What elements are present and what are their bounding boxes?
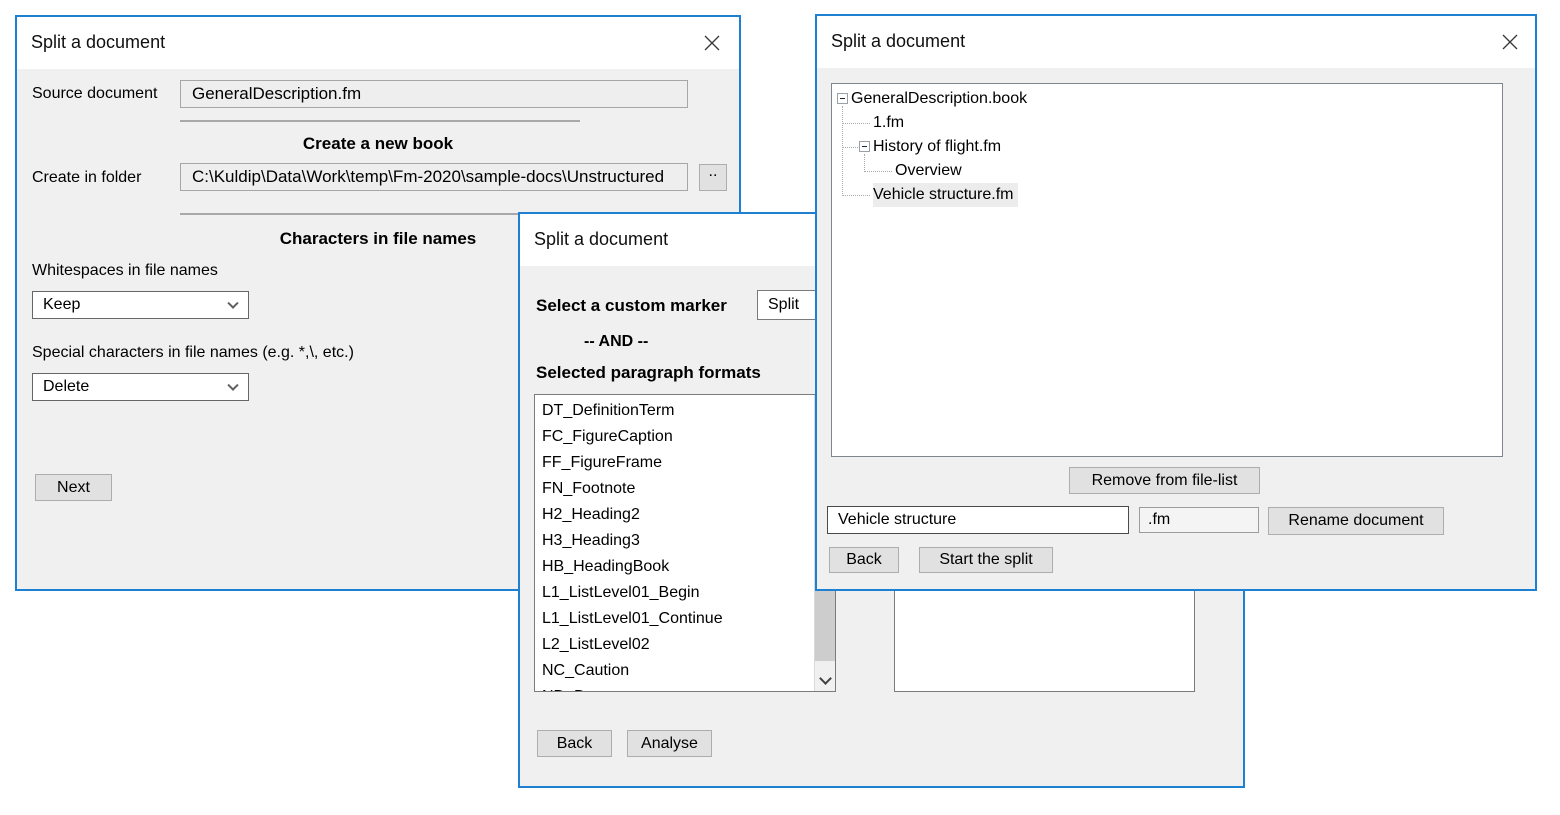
create-in-folder-label: Create in folder xyxy=(32,169,141,187)
close-button[interactable] xyxy=(697,28,727,58)
format-list-item[interactable]: L1_ListLevel01_Continue xyxy=(535,606,814,632)
create-book-heading: Create a new book xyxy=(17,134,739,154)
format-list-item[interactable]: FC_FigureCaption xyxy=(535,424,814,450)
collapse-icon[interactable] xyxy=(859,141,870,152)
format-list-item[interactable]: FF_FigureFrame xyxy=(535,450,814,476)
next-button[interactable]: Next xyxy=(35,474,112,501)
special-chars-select[interactable]: Delete xyxy=(32,373,249,401)
window-title: Split a document xyxy=(831,31,965,52)
paragraph-formats-items: DT_DefinitionTermFC_FigureCaptionFF_Figu… xyxy=(535,395,814,691)
filename-input[interactable]: Vehicle structure xyxy=(827,506,1129,534)
start-the-split-button[interactable]: Start the split xyxy=(919,547,1053,573)
whitespaces-select-value: Keep xyxy=(43,296,80,314)
paragraph-formats-list[interactable]: DT_DefinitionTermFC_FigureCaptionFF_Figu… xyxy=(534,394,836,692)
tree-item-label: Vehicle structure.fm xyxy=(873,183,1018,207)
close-icon xyxy=(1502,34,1518,50)
tree-item[interactable]: Vehicle structure.fm xyxy=(832,183,1502,207)
extension-field: .fm xyxy=(1139,507,1259,533)
minus-glyph xyxy=(840,98,845,99)
rename-document-button[interactable]: Rename document xyxy=(1268,507,1444,535)
book-structure-tree[interactable]: GeneralDescription.book1.fmHistory of fl… xyxy=(831,83,1503,457)
browse-folder-button[interactable]: .. xyxy=(699,164,727,191)
scroll-down-button[interactable] xyxy=(815,671,835,691)
whitespaces-label: Whitespaces in file names xyxy=(32,262,218,280)
tree-item-label: Overview xyxy=(895,159,962,183)
tree-item-label: GeneralDescription.book xyxy=(851,87,1027,111)
separator xyxy=(180,120,580,122)
desktop: Split a document Source document General… xyxy=(0,0,1560,815)
window-title: Split a document xyxy=(31,32,165,53)
tree-item[interactable]: History of flight.fm xyxy=(832,135,1502,159)
custom-marker-label: Select a custom marker xyxy=(536,296,727,316)
source-document-label: Source document xyxy=(32,85,157,103)
titlebar[interactable]: Split a document xyxy=(17,17,739,69)
tree-items: GeneralDescription.book1.fmHistory of fl… xyxy=(832,84,1502,456)
special-chars-select-value: Delete xyxy=(43,378,89,396)
and-text: -- AND -- xyxy=(584,333,648,351)
back-button[interactable]: Back xyxy=(537,730,612,757)
format-list-item[interactable]: L2_ListLevel02 xyxy=(535,632,814,658)
special-chars-label: Special characters in file names (e.g. *… xyxy=(32,344,354,362)
dialog-split-step3: Split a document GeneralDescription.book… xyxy=(815,14,1537,591)
format-list-item[interactable]: DT_DefinitionTerm xyxy=(535,398,814,424)
format-list-item[interactable]: H3_Heading3 xyxy=(535,528,814,554)
close-icon xyxy=(704,35,720,51)
titlebar[interactable]: Split a document xyxy=(817,16,1535,68)
source-document-field[interactable]: GeneralDescription.fm xyxy=(180,80,688,108)
scroll-down-icon xyxy=(819,672,832,685)
format-list-item[interactable]: L1_ListLevel01_Begin xyxy=(535,580,814,606)
tree-item-label: 1.fm xyxy=(873,111,904,135)
chevron-down-icon xyxy=(227,298,238,309)
tree-item[interactable]: 1.fm xyxy=(832,111,1502,135)
format-list-item[interactable]: NC_Caution xyxy=(535,658,814,684)
back-button[interactable]: Back xyxy=(829,547,899,573)
tree-item-label: History of flight.fm xyxy=(873,135,1001,159)
tree-item[interactable]: GeneralDescription.book xyxy=(832,87,1502,111)
format-list-item[interactable]: HB_HeadingBook xyxy=(535,554,814,580)
remove-from-filelist-button[interactable]: Remove from file-list xyxy=(1069,467,1260,494)
minus-glyph xyxy=(862,146,867,147)
collapse-icon[interactable] xyxy=(837,93,848,104)
tree-item[interactable]: Overview xyxy=(832,159,1502,183)
format-list-item[interactable]: H2_Heading2 xyxy=(535,502,814,528)
window-title: Split a document xyxy=(534,229,668,250)
close-button[interactable] xyxy=(1495,27,1525,57)
format-list-item[interactable]: FN_Footnote xyxy=(535,476,814,502)
paragraph-formats-heading: Selected paragraph formats xyxy=(536,363,761,383)
chevron-down-icon xyxy=(227,380,238,391)
whitespaces-select[interactable]: Keep xyxy=(32,291,249,319)
folder-path-field[interactable]: C:\Kuldip\Data\Work\temp\Fm-2020\sample-… xyxy=(180,163,688,191)
marker-select-value: Split xyxy=(768,296,799,314)
analyse-button[interactable]: Analyse xyxy=(627,730,712,757)
format-list-item[interactable]: ND_Danger xyxy=(535,684,814,691)
